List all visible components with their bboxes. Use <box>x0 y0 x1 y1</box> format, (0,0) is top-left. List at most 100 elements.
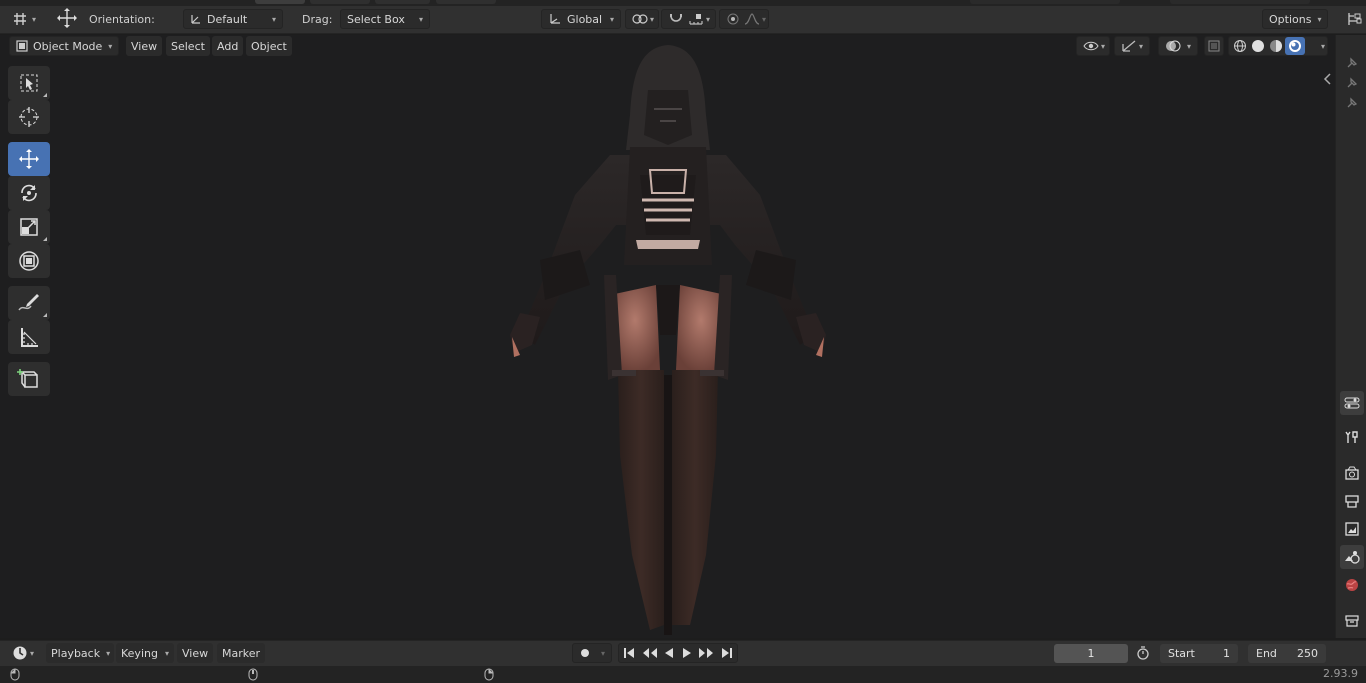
move-icon <box>18 148 40 170</box>
jump-start-icon[interactable] <box>622 647 636 659</box>
view-layer-icon[interactable] <box>1340 517 1364 541</box>
workspace-tab[interactable] <box>375 0 430 4</box>
output-icon[interactable] <box>1340 489 1364 513</box>
version-label: 2.93.9 <box>1323 667 1358 680</box>
scale-tool[interactable] <box>8 210 50 244</box>
solid-shading-icon[interactable] <box>1249 39 1267 53</box>
playback-controls[interactable] <box>618 643 738 663</box>
transform-orientation-dropdown[interactable]: Global ▾ <box>541 9 621 29</box>
play-reverse-icon[interactable] <box>663 647 675 659</box>
start-frame-field[interactable]: Start 1 <box>1160 644 1238 663</box>
transform-tool[interactable] <box>8 244 50 278</box>
rendered-shading-icon[interactable] <box>1285 37 1305 55</box>
sidebar-expand-arrow[interactable] <box>1322 72 1334 88</box>
menu-select[interactable]: Select <box>166 36 210 56</box>
menu-object[interactable]: Object <box>246 36 292 56</box>
chevron-down-icon: ▾ <box>108 41 113 51</box>
drag-dropdown[interactable]: Select Box ▾ <box>340 9 430 29</box>
mouse-right-icon <box>484 668 494 681</box>
menu-view[interactable]: View <box>126 36 163 56</box>
annotate-tool[interactable] <box>8 286 50 320</box>
add-cube-icon <box>17 367 41 391</box>
jump-end-icon[interactable] <box>720 647 734 659</box>
xray-icon <box>1208 40 1220 52</box>
object-mode-dropdown[interactable]: Object Mode ▾ <box>9 36 119 56</box>
properties-editor-type-icon[interactable] <box>1340 391 1364 415</box>
gizmo-dropdown[interactable]: ▾ <box>1114 36 1150 56</box>
pin-icon[interactable] <box>1340 91 1364 115</box>
auto-keying-toggle[interactable]: ▾ <box>572 643 612 663</box>
measure-tool[interactable] <box>8 320 50 354</box>
tool-icon[interactable] <box>1340 425 1364 449</box>
transform-orientation-value: Global <box>567 12 603 26</box>
status-bar: 2.93.9 <box>0 666 1366 683</box>
scene-icon[interactable] <box>1340 545 1364 569</box>
3d-viewport[interactable] <box>0 35 1335 638</box>
current-frame-field[interactable]: 1 <box>1054 644 1128 663</box>
drag-value: Select Box <box>347 12 405 26</box>
pivot-point-dropdown[interactable]: ▾ <box>625 9 659 29</box>
prev-keyframe-icon[interactable] <box>642 647 658 659</box>
active-tool-button[interactable] <box>50 8 78 28</box>
workspace-tab-active[interactable] <box>255 0 305 4</box>
material-shading-icon[interactable] <box>1267 39 1285 53</box>
timeline-header: ▾ Playback ▾ Keying ▾ View Marker ▾ 1 St… <box>0 640 1366 666</box>
measure-icon <box>18 326 40 348</box>
chevron-down-icon: ▾ <box>609 14 614 24</box>
rotate-icon <box>18 182 40 204</box>
menu-view-timeline[interactable]: View <box>177 643 214 663</box>
scale-icon <box>18 216 40 238</box>
gizmo-icon <box>1121 39 1137 53</box>
menu-keying[interactable]: Keying ▾ <box>116 643 174 663</box>
select-box-icon <box>18 72 40 94</box>
chevron-left-icon <box>1322 72 1332 86</box>
wireframe-shading-icon[interactable] <box>1231 39 1249 53</box>
annotate-icon <box>17 292 41 314</box>
tool-header: ▾ Orientation: Default ▾ Drag: Select Bo… <box>0 6 1366 34</box>
menu-add[interactable]: Add <box>212 36 244 56</box>
workspace-tab[interactable] <box>310 0 370 4</box>
editor-type-icon <box>12 12 28 26</box>
world-icon[interactable] <box>1340 573 1364 597</box>
cursor-tool[interactable] <box>8 100 50 134</box>
chevron-down-icon: ▾ <box>1317 14 1322 24</box>
outliner-toggle-button[interactable] <box>1340 9 1364 29</box>
start-value: 1 <box>1223 647 1230 660</box>
render-icon[interactable] <box>1340 461 1364 485</box>
orientation-dropdown[interactable]: Default ▾ <box>183 9 283 29</box>
options-dropdown[interactable]: Options ▾ <box>1262 9 1328 29</box>
snapping-group[interactable]: ▾ <box>661 9 716 29</box>
shading-group[interactable]: ▾ <box>1228 36 1328 56</box>
xray-toggle[interactable] <box>1204 36 1224 56</box>
end-value: 250 <box>1297 647 1318 660</box>
character-model[interactable] <box>0 35 1335 638</box>
overlays-dropdown[interactable]: ▾ <box>1158 36 1198 56</box>
proportional-editing-group[interactable]: ▾ <box>719 9 769 29</box>
rotate-tool[interactable] <box>8 176 50 210</box>
scene-selector[interactable] <box>970 0 1120 4</box>
preview-range-toggle[interactable] <box>1132 643 1156 663</box>
collection-icon[interactable] <box>1340 609 1364 633</box>
visibility-dropdown[interactable]: ▾ <box>1076 36 1110 56</box>
menu-marker[interactable]: Marker <box>217 643 266 663</box>
properties-sidebar <box>1335 35 1366 660</box>
chevron-down-icon: ▾ <box>164 648 169 658</box>
orientation-value: Default <box>207 12 248 26</box>
workspace-tab[interactable] <box>436 0 496 4</box>
editor-type-button[interactable]: ▾ <box>6 9 42 29</box>
view-layer-selector[interactable] <box>1170 0 1310 4</box>
chevron-down-icon: ▾ <box>418 14 423 24</box>
play-icon[interactable] <box>681 647 693 659</box>
eye-icon <box>1083 40 1099 52</box>
timeline-editor-type-button[interactable]: ▾ <box>6 643 40 663</box>
next-keyframe-icon[interactable] <box>698 647 714 659</box>
move-tool-icon <box>56 7 78 29</box>
record-icon <box>579 647 591 659</box>
end-frame-field[interactable]: End 250 <box>1248 644 1326 663</box>
orientation-icon <box>190 13 202 25</box>
select-box-tool[interactable] <box>8 66 50 100</box>
menu-playback[interactable]: Playback ▾ <box>46 643 114 663</box>
clock-icon <box>12 645 28 661</box>
move-tool[interactable] <box>8 142 50 176</box>
add-cube-tool[interactable] <box>8 362 50 396</box>
